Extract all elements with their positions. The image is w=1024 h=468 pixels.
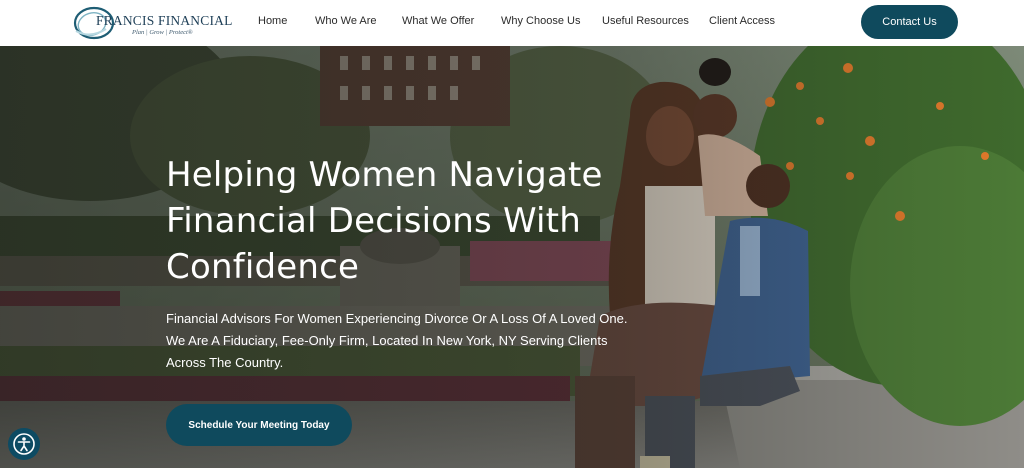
nav-home[interactable]: Home bbox=[258, 15, 287, 27]
schedule-meeting-button[interactable]: Schedule Your Meeting Today bbox=[166, 404, 352, 446]
hero-title: Helping Women Navigate Financial Decisio… bbox=[166, 155, 603, 287]
logo-tagline: Plan | Grow | Protect® bbox=[132, 29, 193, 36]
accessibility-button[interactable] bbox=[8, 428, 40, 460]
nav-client-access[interactable]: Client Access bbox=[709, 15, 775, 27]
logo[interactable]: FRANCIS FINANCIAL Plan | Grow | Protect® bbox=[70, 4, 232, 42]
accessibility-icon bbox=[13, 433, 35, 455]
hero-subtitle: Financial Advisors For Women Experiencin… bbox=[166, 311, 628, 370]
nav-who-we-are[interactable]: Who We Are bbox=[315, 15, 377, 27]
hero-section: Helping Women Navigate Financial Decisio… bbox=[0, 46, 1024, 468]
logo-name: FRANCIS FINANCIAL bbox=[96, 13, 233, 28]
nav-why-choose-us[interactable]: Why Choose Us bbox=[501, 15, 580, 27]
nav-what-we-offer[interactable]: What We Offer bbox=[402, 15, 474, 27]
nav-useful-resources[interactable]: Useful Resources bbox=[602, 15, 689, 27]
contact-us-button[interactable]: Contact Us bbox=[861, 5, 958, 39]
site-header: FRANCIS FINANCIAL Plan | Grow | Protect®… bbox=[0, 0, 1024, 46]
